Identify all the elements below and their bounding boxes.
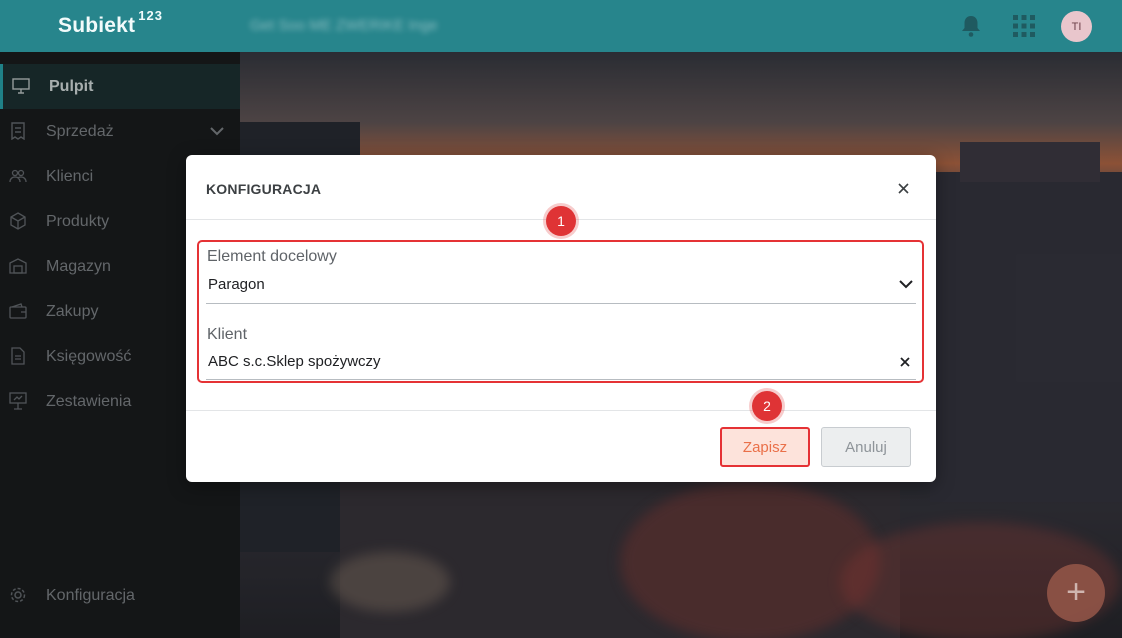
add-button[interactable]: + xyxy=(1047,564,1105,622)
cancel-button[interactable]: Anuluj xyxy=(821,427,911,467)
company-name: Get Soo ME ZWERIKE Inge xyxy=(250,17,438,34)
avatar[interactable]: TI xyxy=(1061,11,1092,42)
dialog-title: KONFIGURACJA xyxy=(206,181,322,197)
divider xyxy=(186,410,936,411)
bell-icon[interactable] xyxy=(957,12,985,40)
app-logo[interactable]: Subiekt 123 xyxy=(58,8,163,38)
config-dialog: KONFIGURACJA Element docelowy Paragon Kl… xyxy=(186,155,936,482)
step-marker-1: 1 xyxy=(546,206,576,236)
save-button[interactable]: Zapisz xyxy=(720,427,810,467)
fields-highlight xyxy=(197,240,924,383)
grid-icon[interactable] xyxy=(1010,12,1038,40)
top-bar: Subiekt 123 Get Soo ME ZWERIKE Inge TI xyxy=(0,0,1122,52)
close-icon[interactable] xyxy=(892,177,914,199)
step-marker-2: 2 xyxy=(752,391,782,421)
